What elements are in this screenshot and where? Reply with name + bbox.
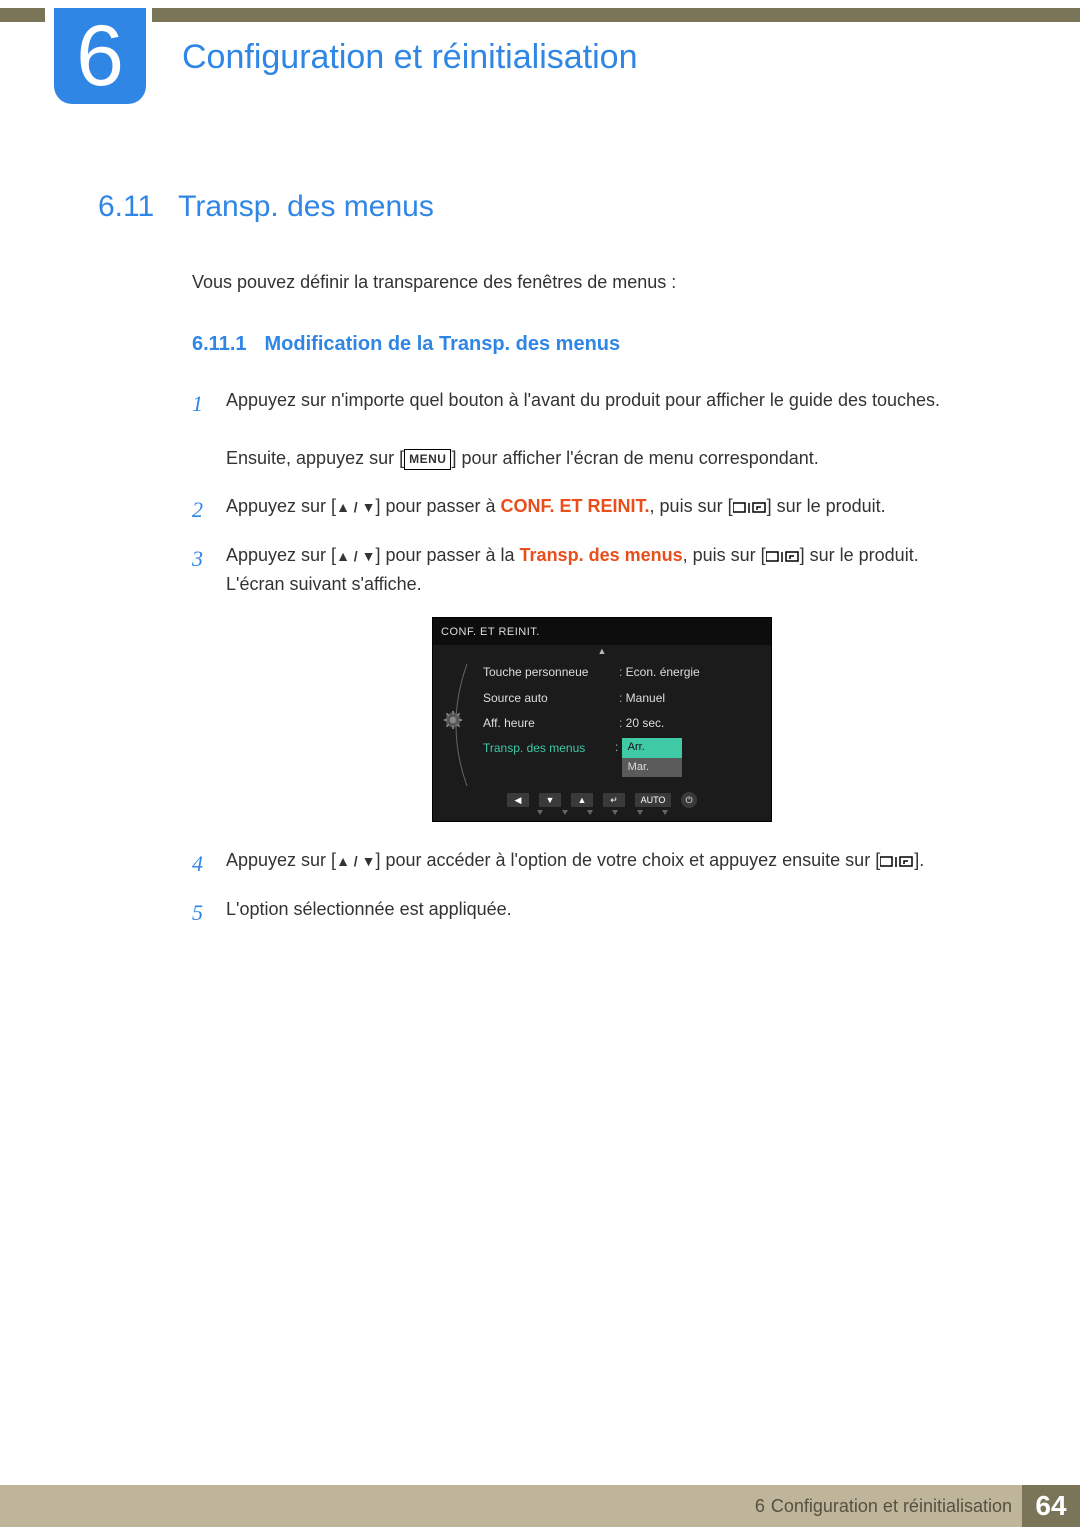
chapter-title: Configuration et réinitialisation — [182, 38, 637, 77]
step-1-line-b-pre: Ensuite, appuyez sur [ — [226, 448, 404, 468]
arc-decoration — [437, 660, 473, 790]
osd-option-group: : Arr. Mar. — [615, 736, 763, 777]
osd-body: Touche personneue Source auto Aff. heure… — [433, 658, 771, 788]
step-3-pre: Appuyez sur [ — [226, 545, 336, 565]
osd-row-value: Manuel — [615, 686, 763, 711]
osd-up-icon: ▲ — [571, 793, 593, 807]
page-number: 64 — [1022, 1485, 1080, 1527]
osd-indicator-dots — [433, 808, 771, 815]
up-down-arrow-icon: ▲ / ▼ — [336, 853, 375, 869]
intro-text: Vous pouvez définir la transparence des … — [192, 272, 978, 293]
step-1-line-b-post: ] pour afficher l'écran de menu correspo… — [451, 448, 818, 468]
step-4-end: ]. — [914, 850, 924, 870]
step-3-mid: ] pour passer à la — [375, 545, 519, 565]
step-4-mid: ] pour accéder à l'option de votre choix… — [375, 850, 880, 870]
osd-row-value: Econ. énergie — [615, 660, 763, 685]
step-2-pre: Appuyez sur [ — [226, 496, 336, 516]
osd-up-arrow-icon: ▲ — [433, 645, 771, 658]
step-3-post: , puis sur [ — [683, 545, 766, 565]
step-5-text: L'option sélectionnée est appliquée. — [226, 899, 512, 919]
transp-label: Transp. des menus — [520, 545, 683, 565]
osd-left-column — [437, 660, 473, 784]
step-2-post: , puis sur [ — [650, 496, 733, 516]
step-4-pre: Appuyez sur [ — [226, 850, 336, 870]
subsection-title: Modification de la Transp. des menus — [265, 333, 621, 356]
footer-chapter-number: 6 — [755, 1496, 765, 1517]
step-number: 2 — [192, 492, 203, 527]
section-title: Transp. des menus — [178, 190, 434, 224]
source-enter-icon — [766, 545, 800, 565]
step-number: 5 — [192, 895, 203, 930]
osd-row-label: Source auto — [479, 686, 609, 711]
osd-option: Mar. — [622, 758, 682, 778]
osd-active-label: Transp. des menus — [479, 736, 609, 761]
chapter-tab: 6 — [54, 8, 146, 104]
step-2-end: ] sur le produit. — [767, 496, 886, 516]
step-number: 4 — [192, 846, 203, 881]
osd-columns: Touche personneue Source auto Aff. heure… — [479, 660, 767, 784]
source-enter-icon — [880, 850, 914, 870]
page-content: 6.11 Transp. des menus Vous pouvez défin… — [98, 190, 978, 944]
osd-auto-button: AUTO — [635, 793, 671, 807]
top-stripe-left — [0, 8, 45, 22]
steps-list: 1 Appuyez sur n'importe quel bouton à l'… — [192, 386, 978, 924]
osd-title: CONF. ET REINIT. — [433, 618, 771, 646]
footer-chapter-label: 6 Configuration et réinitialisation — [755, 1485, 1022, 1527]
osd-panel: CONF. ET REINIT. ▲ Touche personneue Sou… — [432, 617, 772, 823]
conf-et-reinit-label: CONF. ET REINIT. — [501, 496, 650, 516]
up-down-arrow-icon: ▲ / ▼ — [336, 499, 375, 515]
step-1-line-a: Appuyez sur n'importe quel bouton à l'av… — [226, 390, 940, 410]
step-3: 3 Appuyez sur [▲ / ▼] pour passer à la T… — [192, 541, 978, 822]
osd-row-label: Aff. heure — [479, 711, 609, 736]
subsection-heading: 6.11.1 Modification de la Transp. des me… — [192, 333, 978, 356]
section-number: 6.11 — [98, 190, 154, 224]
subsection-number: 6.11.1 — [192, 333, 247, 356]
step-5: 5 L'option sélectionnée est appliquée. — [192, 895, 978, 924]
step-number: 3 — [192, 541, 203, 576]
step-3-end: ] sur le produit. — [800, 545, 919, 565]
step-1: 1 Appuyez sur n'importe quel bouton à l'… — [192, 386, 978, 472]
osd-row-value: 20 sec. — [615, 711, 763, 736]
step-number: 1 — [192, 386, 203, 421]
osd-button-bar: ◀ ▼ ▲ ↵ AUTO ⏻ — [433, 788, 771, 808]
top-stripe-right — [152, 8, 1080, 22]
section-heading: 6.11 Transp. des menus — [98, 190, 978, 224]
osd-labels-column: Touche personneue Source auto Aff. heure… — [479, 660, 609, 784]
footer: 6 Configuration et réinitialisation 64 — [0, 1485, 1080, 1527]
source-enter-icon — [733, 496, 767, 516]
osd-enter-icon: ↵ — [603, 793, 625, 807]
osd-values-column: Econ. énergie Manuel 20 sec. : Arr. Mar. — [615, 660, 763, 784]
osd-down-icon: ▼ — [539, 793, 561, 807]
step-4: 4 Appuyez sur [▲ / ▼] pour accéder à l'o… — [192, 846, 978, 875]
osd-back-icon: ◀ — [507, 793, 529, 807]
step-2: 2 Appuyez sur [▲ / ▼] pour passer à CONF… — [192, 492, 978, 521]
osd-option-selected: Arr. — [622, 738, 682, 758]
step-2-mid: ] pour passer à — [375, 496, 500, 516]
up-down-arrow-icon: ▲ / ▼ — [336, 548, 375, 564]
osd-power-icon: ⏻ — [681, 792, 697, 808]
footer-chapter-title: Configuration et réinitialisation — [771, 1496, 1012, 1517]
menu-button-icon: MENU — [404, 449, 451, 470]
step-3-line2: L'écran suivant s'affiche. — [226, 574, 422, 594]
chapter-number: 6 — [76, 13, 124, 99]
osd-row-label: Touche personneue — [479, 660, 609, 685]
